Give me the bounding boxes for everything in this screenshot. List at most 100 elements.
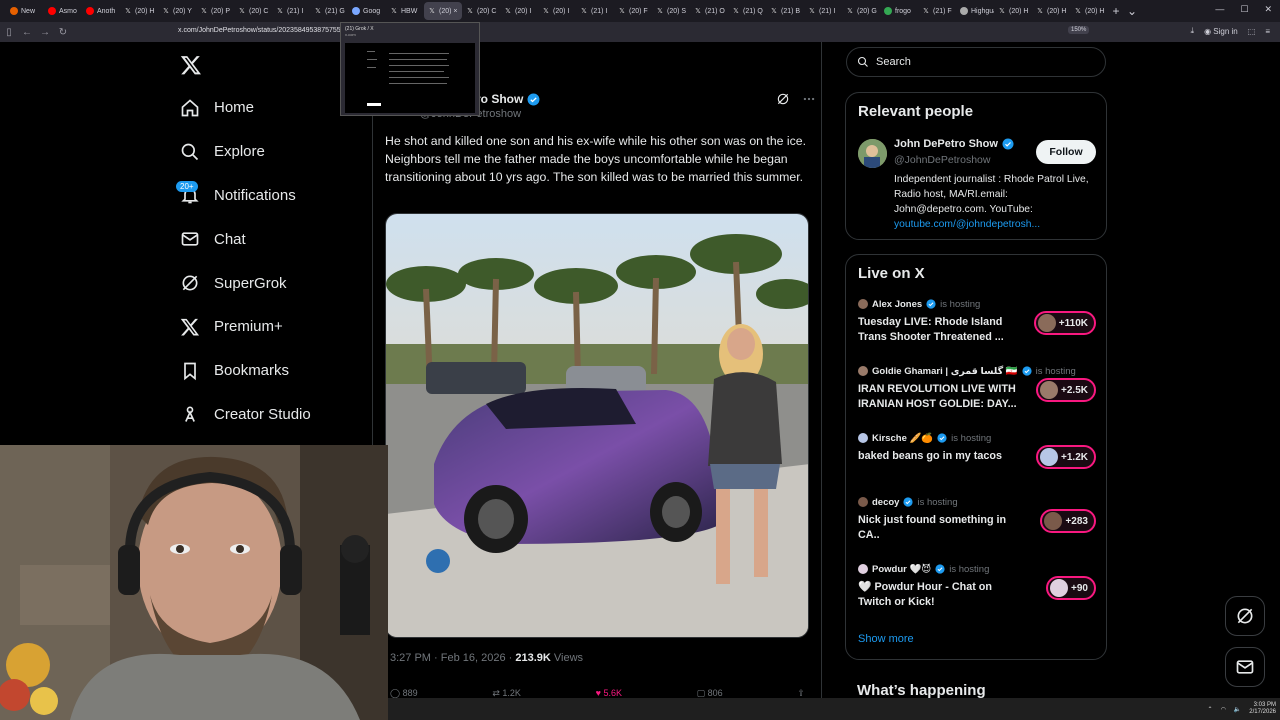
- host-name[interactable]: Powdur 🤍😈: [872, 564, 931, 575]
- browser-tab[interactable]: 𝕏 (20) F: [614, 2, 652, 20]
- tweet-timestamp[interactable]: 3:27 PM · Feb 16, 2026 · 213.9K Views: [390, 652, 583, 664]
- avatar[interactable]: [858, 139, 887, 168]
- extensions-icon[interactable]: ⬚: [1248, 27, 1256, 36]
- live-host[interactable]: Goldie Ghamari | گلسا قمری 🇮🇷 is hosting: [858, 364, 1096, 378]
- host-name[interactable]: decoy: [872, 497, 899, 508]
- nav-item-chat[interactable]: Chat: [180, 217, 311, 261]
- maximize-icon[interactable]: ☐: [1240, 4, 1248, 15]
- browser-tab[interactable]: 𝕏 (20) I: [500, 2, 538, 20]
- listener-count-pill[interactable]: +283: [1040, 509, 1096, 533]
- browser-tab[interactable]: 𝕏 (20) Y: [158, 2, 196, 20]
- listener-count-pill[interactable]: +1.2K: [1036, 445, 1096, 469]
- reload-icon[interactable]: ↻: [54, 27, 72, 38]
- nav-item-supergrok[interactable]: SuperGrok: [180, 261, 311, 305]
- person-name-text[interactable]: John DePetro Show: [894, 138, 998, 150]
- live-title-text[interactable]: IRAN REVOLUTION LIVE WITH IRANIAN HOST G…: [858, 382, 1028, 412]
- forward-icon[interactable]: →: [36, 27, 54, 38]
- browser-tab[interactable]: 𝕏 (21) G: [310, 2, 348, 20]
- show-more-link[interactable]: Show more: [858, 633, 914, 645]
- browser-tab[interactable]: 𝕏 (20) ×: [424, 2, 462, 20]
- browser-tab[interactable]: 𝕏 (20) I: [538, 2, 576, 20]
- youtube-icon: [86, 7, 94, 15]
- browser-tab[interactable]: New: [6, 2, 44, 20]
- nav-item-bookmarks[interactable]: Bookmarks: [180, 349, 311, 393]
- browser-tab[interactable]: 𝕏 (20) H: [1032, 2, 1070, 20]
- browser-tab[interactable]: Asmo: [44, 2, 82, 20]
- follow-button[interactable]: Follow: [1036, 140, 1096, 164]
- live-title-text[interactable]: baked beans go in my tacos: [858, 449, 1028, 464]
- grok-icon[interactable]: [776, 92, 790, 106]
- account-icon[interactable]: ◉ Sign in: [1204, 27, 1238, 36]
- messages-fab-button[interactable]: [1225, 647, 1265, 687]
- live-title-text[interactable]: Nick just found something in CA..: [858, 513, 1028, 543]
- nav-item-notifications[interactable]: 20+ Notifications: [176, 174, 311, 218]
- address-field[interactable]: x.com/JohnDePetroshow/status/20235849538…: [178, 27, 347, 34]
- person-handle[interactable]: @JohnDePetroshow: [894, 154, 990, 166]
- live-item[interactable]: Kirsche 🥖🍊 is hosting baked beans go in my…: [858, 431, 1096, 469]
- browser-tab[interactable]: 𝕏 HBW: [386, 2, 424, 20]
- live-item[interactable]: Powdur 🤍😈 is hosting 🤍 Powdur Hour - Chat …: [858, 562, 1096, 610]
- browser-tab[interactable]: 𝕏 (20) P: [196, 2, 234, 20]
- nav-item-premium[interactable]: Premium+: [180, 305, 311, 349]
- browser-tab[interactable]: 𝕏 (21) I: [272, 2, 310, 20]
- person-name[interactable]: John DePetro Show: [894, 138, 1014, 150]
- browser-tab[interactable]: 𝕏 (21) I: [804, 2, 842, 20]
- nav-item-home[interactable]: Home: [180, 86, 311, 130]
- live-title-text[interactable]: 🤍 Powdur Hour - Chat on Twitch or Kick!: [858, 580, 1028, 610]
- browser-tab[interactable]: 𝕏 (21) F: [918, 2, 956, 20]
- back-icon[interactable]: ←: [18, 27, 36, 38]
- tweet-photo[interactable]: [385, 213, 809, 638]
- live-host[interactable]: Powdur 🤍😈 is hosting: [858, 562, 1096, 576]
- listener-count-pill[interactable]: +2.5K: [1036, 378, 1096, 402]
- browser-tab[interactable]: 𝕏 (20) H: [1070, 2, 1108, 20]
- tab-list-button[interactable]: ⌄: [1124, 4, 1140, 18]
- minimize-icon[interactable]: —: [1215, 4, 1224, 15]
- browser-tab[interactable]: frogo: [880, 2, 918, 20]
- browser-tab[interactable]: Goog: [348, 2, 386, 20]
- zoom-level[interactable]: 150%: [1068, 26, 1090, 34]
- browser-tab[interactable]: 𝕏 (21) B: [766, 2, 804, 20]
- listener-count-pill[interactable]: +110K: [1033, 311, 1096, 335]
- browser-tab[interactable]: Anoth: [82, 2, 120, 20]
- browser-tab[interactable]: 𝕏 (21) Q: [728, 2, 766, 20]
- live-host[interactable]: Alex Jones is hosting: [858, 297, 1096, 311]
- grok-fab-button[interactable]: [1225, 596, 1265, 636]
- browser-tab[interactable]: Highguar: [956, 2, 994, 20]
- nav-item-explore[interactable]: Explore: [180, 130, 311, 174]
- menu-icon[interactable]: ≡: [1265, 27, 1270, 36]
- search-input[interactable]: Search: [846, 47, 1106, 77]
- browser-tab[interactable]: 𝕏 (20) H: [994, 2, 1032, 20]
- tweet-time[interactable]: 3:27 PM · Feb 16, 2026 ·: [390, 652, 515, 664]
- tweet-author[interactable]: ro Show: [476, 92, 540, 106]
- host-name[interactable]: Alex Jones: [872, 299, 922, 310]
- live-item[interactable]: Alex Jones is hosting Tuesday LIVE: Rhode …: [858, 297, 1096, 345]
- live-item[interactable]: decoy is hosting Nick just found something…: [858, 495, 1096, 543]
- nav-item-creator-studio[interactable]: Creator Studio: [180, 393, 311, 437]
- downloads-icon[interactable]: ⤓: [1191, 26, 1195, 36]
- live-item[interactable]: Goldie Ghamari | گلسا قمری 🇮🇷 is hosting I…: [858, 364, 1096, 412]
- x-logo-icon[interactable]: [180, 54, 202, 76]
- host-name[interactable]: Kirsche 🥖🍊: [872, 433, 933, 444]
- browser-tab[interactable]: 𝕏 (21) O: [690, 2, 728, 20]
- close-icon[interactable]: ✕: [1264, 4, 1272, 15]
- browser-tab[interactable]: 𝕏 (20) C: [234, 2, 272, 20]
- browser-tab[interactable]: 𝕏 (20) S: [652, 2, 690, 20]
- more-options-icon[interactable]: [802, 92, 816, 106]
- listener-count-pill[interactable]: +90: [1046, 576, 1096, 600]
- tray-chevron-icon[interactable]: ⌃: [1208, 706, 1213, 713]
- browser-tab[interactable]: 𝕏 (21) I: [576, 2, 614, 20]
- taskbar-clock[interactable]: 3:03 PM 2/17/2026: [1249, 702, 1276, 716]
- new-tab-button[interactable]: +: [1108, 4, 1124, 18]
- browser-tab[interactable]: 𝕏 (20) H: [120, 2, 158, 20]
- sidebar-toggle-icon[interactable]: ▯: [0, 27, 18, 38]
- host-name[interactable]: Goldie Ghamari | گلسا قمری 🇮🇷: [872, 366, 1018, 377]
- live-title-text[interactable]: Tuesday LIVE: Rhode Island Trans Shooter…: [858, 315, 1028, 345]
- live-host[interactable]: Kirsche 🥖🍊 is hosting: [858, 431, 1096, 445]
- bio-link[interactable]: youtube.com/@johndepetrosh...: [894, 217, 1099, 232]
- wifi-icon[interactable]: ◠: [1221, 706, 1226, 713]
- browser-tab[interactable]: 𝕏 (20) C: [462, 2, 500, 20]
- author-name[interactable]: ro Show: [476, 92, 523, 106]
- live-host[interactable]: decoy is hosting: [858, 495, 1096, 509]
- browser-tab[interactable]: 𝕏 (20) G: [842, 2, 880, 20]
- volume-icon[interactable]: 🔈: [1234, 706, 1241, 713]
